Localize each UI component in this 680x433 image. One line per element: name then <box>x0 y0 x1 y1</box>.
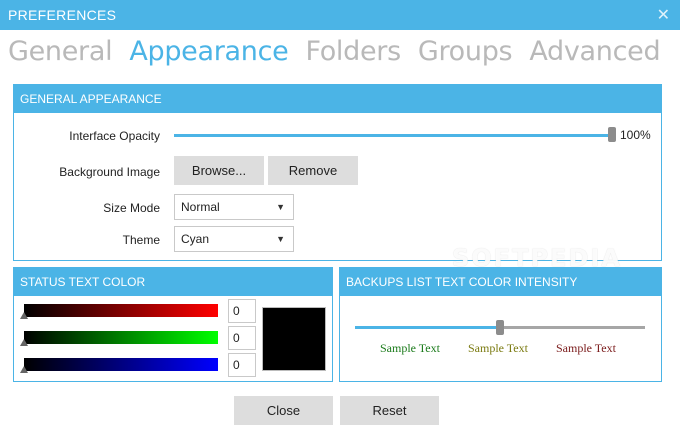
sample-text-mid: Sample Text <box>468 341 528 355</box>
tab-bar: General Appearance Folders Groups Advanc… <box>8 36 677 72</box>
red-gradient-slider[interactable] <box>24 304 218 317</box>
remove-button[interactable]: Remove <box>268 156 358 185</box>
sample-text-high: Sample Text <box>556 341 616 355</box>
status-text-color-header: STATUS TEXT COLOR <box>14 268 332 296</box>
tab-advanced[interactable]: Advanced <box>529 36 660 72</box>
chevron-down-icon: ▼ <box>276 202 285 212</box>
size-mode-select[interactable]: Normal ▼ <box>174 194 294 220</box>
tab-folders[interactable]: Folders <box>305 36 401 72</box>
blue-value-field[interactable]: 0 <box>228 353 256 377</box>
background-image-label: Background Image <box>59 165 160 179</box>
status-text-color-panel: STATUS TEXT COLOR 0 0 0 <box>13 267 333 382</box>
browse-button[interactable]: Browse... <box>174 156 264 185</box>
theme-label: Theme <box>122 233 160 247</box>
title-bar: PREFERENCES ✕ <box>0 0 680 30</box>
green-gradient-slider[interactable] <box>24 331 218 344</box>
general-appearance-panel: GENERAL APPEARANCE Interface Opacity 100… <box>13 84 662 261</box>
theme-value: Cyan <box>181 232 210 246</box>
tab-groups[interactable]: Groups <box>418 36 513 72</box>
sample-text-low: Sample Text <box>380 341 440 355</box>
backups-list-panel: BACKUPS LIST TEXT COLOR INTENSITY Sample… <box>339 267 662 382</box>
opacity-slider-thumb[interactable] <box>608 127 616 142</box>
close-button[interactable]: Close <box>234 396 333 425</box>
size-mode-label: Size Mode <box>103 201 160 215</box>
green-slider-thumb[interactable] <box>20 339 28 346</box>
red-value-field[interactable]: 0 <box>228 299 256 323</box>
tab-general[interactable]: General <box>8 36 113 72</box>
watermark: SOFTPEDIA <box>452 244 622 272</box>
color-preview-swatch <box>262 307 326 371</box>
red-slider-thumb[interactable] <box>20 312 28 319</box>
intensity-slider-thumb[interactable] <box>496 320 504 335</box>
chevron-down-icon: ▼ <box>276 234 285 244</box>
interface-opacity-label: Interface Opacity <box>69 129 160 143</box>
opacity-value: 100% <box>620 128 651 142</box>
blue-slider-thumb[interactable] <box>20 366 28 373</box>
theme-select[interactable]: Cyan ▼ <box>174 226 294 252</box>
reset-button[interactable]: Reset <box>340 396 439 425</box>
blue-gradient-slider[interactable] <box>24 358 218 371</box>
green-value-field[interactable]: 0 <box>228 326 256 350</box>
intensity-slider-fill[interactable] <box>355 326 500 329</box>
backups-list-header: BACKUPS LIST TEXT COLOR INTENSITY <box>340 268 661 296</box>
size-mode-value: Normal <box>181 200 220 214</box>
intensity-slider-track[interactable] <box>500 326 645 329</box>
general-appearance-header: GENERAL APPEARANCE <box>14 85 661 113</box>
close-icon[interactable]: ✕ <box>657 5 670 25</box>
opacity-slider-track[interactable] <box>174 134 612 137</box>
window-title: PREFERENCES <box>8 7 117 23</box>
tab-appearance[interactable]: Appearance <box>129 36 288 72</box>
